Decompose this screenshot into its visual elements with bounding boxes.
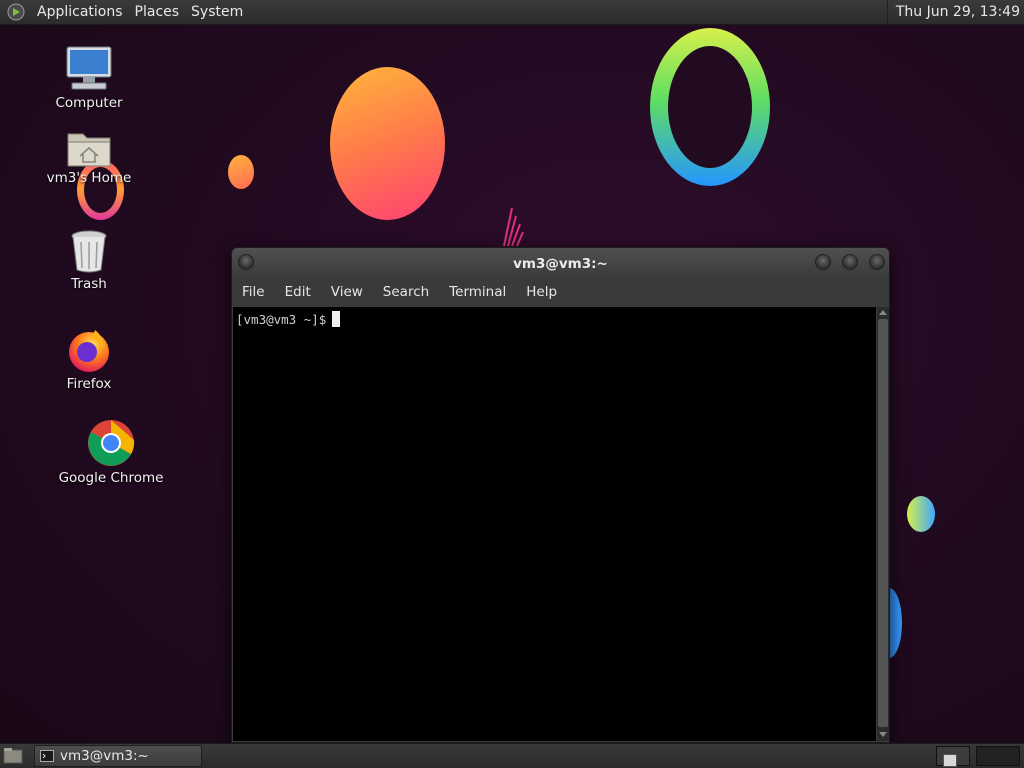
scrollbar-thumb[interactable]: [878, 319, 888, 727]
trash-icon: [71, 230, 107, 273]
desktop-icon-label: Computer: [55, 95, 123, 111]
desktop-icon-label: Firefox: [66, 376, 112, 392]
terminal-prompt-line: [vm3@vm3 ~]$: [236, 311, 341, 327]
desktop-icon-computer[interactable]: Computer: [34, 45, 144, 111]
terminal-output[interactable]: [vm3@vm3 ~]$: [233, 307, 876, 741]
panel-clock[interactable]: Thu Jun 29, 13:49: [886, 0, 1020, 25]
text-cursor: [332, 311, 341, 327]
desktop-icon-firefox[interactable]: Firefox: [34, 326, 144, 392]
maximize-button[interactable]: [842, 254, 858, 270]
show-desktop-icon[interactable]: [3, 747, 23, 765]
terminal-menubar: File Edit View Search Terminal Help: [232, 278, 889, 306]
wallpaper-orb-right: [907, 496, 935, 532]
places-menu[interactable]: Places: [129, 0, 186, 25]
scroll-down-arrow-icon[interactable]: [879, 732, 887, 737]
distro-logo-icon[interactable]: [7, 3, 25, 21]
terminal-scrollbar[interactable]: [877, 307, 889, 741]
wallpaper-ring: [650, 28, 770, 186]
taskbar-item-terminal[interactable]: vm3@vm3:~: [34, 745, 202, 767]
workspace-2[interactable]: [976, 746, 1020, 766]
wallpaper-orb-small: [228, 155, 254, 189]
workspace-1[interactable]: [936, 746, 970, 767]
wallpaper-streaks: [503, 207, 524, 247]
window-titlebar[interactable]: vm3@vm3:~: [232, 248, 889, 278]
wallpaper-orb: [330, 67, 445, 220]
terminal-window[interactable]: vm3@vm3:~ File Edit View Search Terminal…: [231, 247, 890, 743]
system-menu[interactable]: System: [185, 0, 249, 25]
window-title: vm3@vm3:~: [513, 256, 608, 272]
desktop[interactable]: Applications Places System Thu Jun 29, 1…: [0, 0, 1024, 768]
computer-icon: [66, 46, 112, 90]
menu-edit[interactable]: Edit: [275, 278, 321, 306]
minimize-button[interactable]: [815, 254, 831, 270]
firefox-icon: [69, 330, 109, 372]
desktop-icon-label: Google Chrome: [58, 470, 164, 486]
chrome-icon: [88, 420, 135, 466]
home-folder-icon: [67, 133, 111, 167]
taskbar-item-label: vm3@vm3:~: [60, 748, 149, 764]
desktop-icon-trash[interactable]: Trash: [34, 228, 144, 292]
workspace-window-thumb: [943, 754, 957, 767]
menu-file[interactable]: File: [232, 278, 275, 306]
scroll-up-arrow-icon[interactable]: [879, 310, 887, 315]
desktop-icon-chrome[interactable]: Google Chrome: [56, 418, 166, 486]
menu-terminal[interactable]: Terminal: [439, 278, 516, 306]
menu-view[interactable]: View: [321, 278, 373, 306]
desktop-icon-home[interactable]: vm3's Home: [34, 128, 144, 186]
menu-help[interactable]: Help: [516, 278, 567, 306]
desktop-icon-label: Trash: [71, 276, 107, 292]
terminal-icon: [40, 750, 54, 762]
close-button[interactable]: [869, 254, 885, 270]
applications-menu[interactable]: Applications: [31, 0, 129, 25]
bottom-panel: vm3@vm3:~: [0, 743, 1024, 768]
top-panel: Applications Places System Thu Jun 29, 1…: [0, 0, 1024, 25]
menu-search[interactable]: Search: [373, 278, 439, 306]
shell-prompt: [vm3@vm3 ~]$: [236, 312, 327, 327]
desktop-icon-label: vm3's Home: [46, 170, 132, 186]
